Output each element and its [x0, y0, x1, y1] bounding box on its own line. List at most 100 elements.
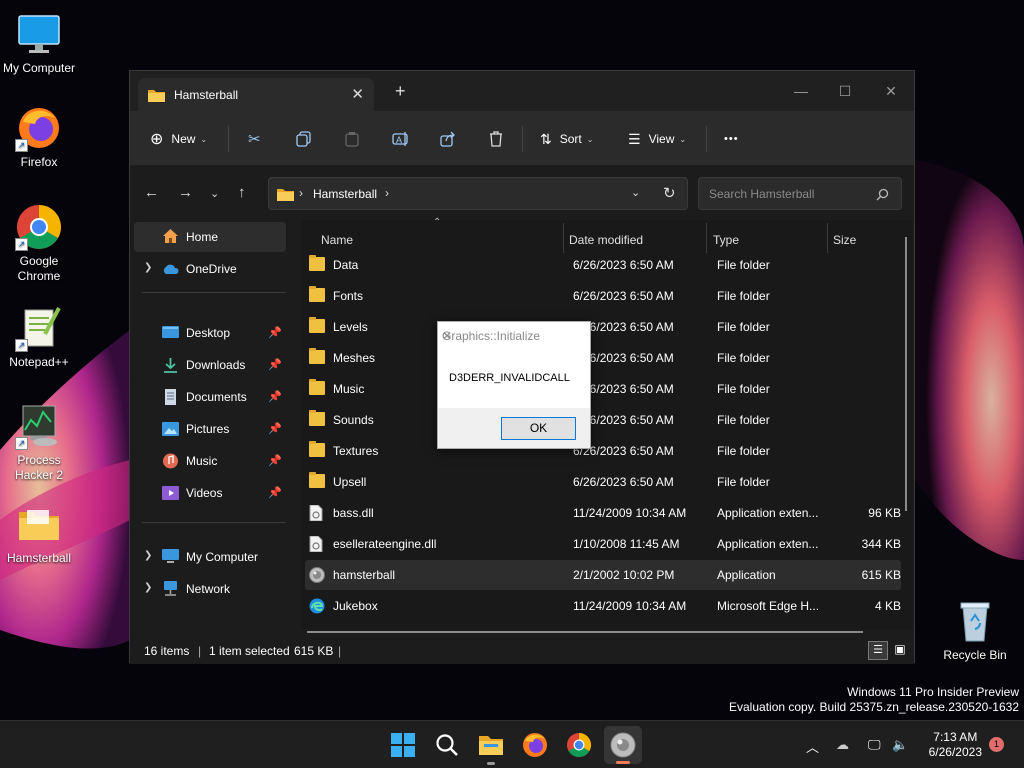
- ok-button[interactable]: OK: [501, 417, 576, 440]
- desktop-icon-notepadpp[interactable]: ↗ Notepad++: [0, 304, 78, 370]
- nav-item-pictures[interactable]: Pictures 📌: [134, 414, 286, 444]
- chevron-right-icon[interactable]: ❯: [144, 262, 152, 273]
- desktop-icon-chrome[interactable]: ↗ Google Chrome: [0, 203, 78, 284]
- taskbar-file-explorer[interactable]: [476, 730, 506, 765]
- column-header-type[interactable]: Type: [713, 233, 739, 247]
- monitor-icon: [15, 10, 63, 58]
- clock[interactable]: 7:13 AM 6/26/2023: [929, 730, 982, 760]
- file-row[interactable]: Textures 6/26/2023 6:50 AM File folder: [305, 436, 901, 466]
- more-options-button[interactable]: •••: [724, 126, 739, 152]
- dll-file-icon: [309, 535, 325, 553]
- address-bar[interactable]: › Hamsterball › ⌄ ↻: [268, 177, 688, 210]
- nav-item-network[interactable]: ❯ Network: [134, 574, 286, 604]
- start-button[interactable]: [388, 730, 418, 760]
- column-divider[interactable]: [563, 223, 564, 253]
- vertical-scrollbar[interactable]: [905, 237, 907, 511]
- chevron-right-icon[interactable]: ❯: [144, 550, 152, 561]
- nav-item-downloads[interactable]: Downloads 📌: [134, 350, 286, 380]
- file-row[interactable]: Upsell 6/26/2023 6:50 AM File folder: [305, 467, 901, 497]
- copy-button[interactable]: [296, 126, 312, 152]
- dll-file-icon: [309, 504, 325, 522]
- thumbnail-view-button[interactable]: ▣: [890, 641, 910, 660]
- refresh-icon[interactable]: ↻: [663, 184, 676, 202]
- forward-arrow-icon[interactable]: →: [178, 184, 193, 201]
- details-view-button[interactable]: ☰: [868, 641, 888, 660]
- nav-divider: [142, 292, 286, 293]
- file-type: File folder: [717, 258, 770, 272]
- close-window-button[interactable]: ✕: [868, 77, 914, 105]
- cut-button[interactable]: ✂: [248, 126, 261, 152]
- desktop-icon-recycle-bin[interactable]: Recycle Bin: [936, 597, 1014, 663]
- show-hidden-icons-chevron[interactable]: ︿: [806, 737, 819, 756]
- file-name: bass.dll: [333, 506, 374, 520]
- delete-button[interactable]: [488, 126, 504, 152]
- taskbar-hamsterball[interactable]: [604, 726, 642, 764]
- folder-icon: [309, 348, 325, 364]
- file-row[interactable]: Data 6/26/2023 6:50 AM File folder: [305, 250, 901, 280]
- volume-icon[interactable]: 🔈: [892, 737, 908, 753]
- close-tab-icon[interactable]: ✕: [351, 85, 364, 103]
- file-row[interactable]: Fonts 6/26/2023 6:50 AM File folder: [305, 281, 901, 311]
- status-divider: |: [338, 644, 342, 658]
- nav-item-desktop[interactable]: Desktop 📌: [134, 318, 286, 348]
- notification-badge[interactable]: 1: [989, 737, 1004, 752]
- folder-icon: [309, 472, 325, 488]
- up-arrow-icon[interactable]: ↑: [238, 184, 246, 201]
- back-arrow-icon[interactable]: ←: [144, 184, 159, 201]
- nav-item-home[interactable]: Home: [134, 222, 286, 252]
- tab-hamsterball[interactable]: Hamsterball ✕: [138, 78, 374, 111]
- rename-button[interactable]: A: [392, 126, 410, 152]
- onedrive-offline-icon[interactable]: ☁: [836, 737, 849, 753]
- desktop-icon-firefox[interactable]: ↗ Firefox: [0, 104, 78, 170]
- taskbar-chrome[interactable]: [564, 730, 594, 760]
- nav-item-videos[interactable]: Videos 📌: [134, 478, 286, 508]
- pictures-icon: [162, 421, 179, 437]
- file-row[interactable]: bass.dll 11/24/2009 10:34 AM Application…: [305, 498, 901, 528]
- address-history-chevron-icon[interactable]: ⌄: [631, 186, 640, 199]
- chevron-right-icon[interactable]: ❯: [144, 582, 152, 593]
- file-row[interactable]: Sounds 6/26/2023 6:50 AM File folder: [305, 405, 901, 435]
- share-button[interactable]: [440, 126, 456, 152]
- folder-icon: [309, 441, 325, 457]
- nav-item-documents[interactable]: Documents 📌: [134, 382, 286, 412]
- view-button[interactable]: ☰ View ⌄: [628, 126, 686, 152]
- column-header-size[interactable]: Size: [833, 233, 856, 247]
- nav-item-onedrive[interactable]: ❯ OneDrive: [134, 254, 286, 284]
- file-row[interactable]: Music 6/26/2023 6:50 AM File folder: [305, 374, 901, 404]
- column-divider[interactable]: [827, 223, 828, 253]
- horizontal-scrollbar[interactable]: [307, 631, 863, 633]
- file-size: 615 KB: [861, 568, 901, 582]
- desktop-icon-hamsterball-folder[interactable]: Hamsterball: [0, 500, 78, 566]
- file-row[interactable]: esellerateengine.dll 1/10/2008 11:45 AM …: [305, 529, 901, 559]
- desktop-icon-process-hacker[interactable]: ↗ Process Hacker 2: [0, 402, 78, 483]
- navigation-pane: Home ❯ OneDrive Desktop 📌 Downloads 📌 Do…: [130, 220, 290, 630]
- minimize-button[interactable]: —: [778, 77, 824, 105]
- file-row[interactable]: Meshes 6/26/2023 6:50 AM File folder: [305, 343, 901, 373]
- file-row[interactable]: Levels 6/26/2023 6:50 AM File folder: [305, 312, 901, 342]
- file-date: 1/10/2008 11:45 AM: [573, 537, 680, 551]
- column-divider[interactable]: [706, 223, 707, 253]
- maximize-button[interactable]: ☐: [822, 77, 868, 105]
- dialog-close-icon[interactable]: ✕: [442, 329, 582, 343]
- network-icon[interactable]: 🖵: [868, 737, 881, 753]
- breadcrumb-hamsterball[interactable]: Hamsterball: [313, 187, 377, 201]
- sort-button[interactable]: ⇅ Sort ⌄: [540, 126, 593, 152]
- search-input[interactable]: Search Hamsterball: [698, 177, 902, 210]
- file-explorer-icon: [479, 736, 503, 755]
- file-row-selected[interactable]: hamsterball 2/1/2002 10:02 PM Applicatio…: [305, 560, 901, 590]
- column-header-name[interactable]: Name: [321, 233, 353, 247]
- search-button[interactable]: [432, 730, 462, 760]
- new-button[interactable]: ⊕ New ⌄: [150, 126, 207, 152]
- file-row[interactable]: Jukebox 11/24/2009 10:34 AM Microsoft Ed…: [305, 591, 901, 621]
- file-type: File folder: [717, 320, 770, 334]
- nav-item-music[interactable]: Music 📌: [134, 446, 286, 476]
- taskbar-firefox[interactable]: [520, 730, 550, 760]
- file-date: 11/24/2009 10:34 AM: [573, 506, 687, 520]
- column-header-date[interactable]: Date modified: [569, 233, 643, 247]
- desktop-icon-my-computer[interactable]: My Computer: [0, 10, 78, 76]
- new-tab-button[interactable]: +: [395, 82, 406, 100]
- clipboard-icon: [345, 132, 359, 147]
- recent-locations-chevron-icon[interactable]: ⌄: [210, 187, 219, 200]
- paste-button[interactable]: [344, 126, 360, 152]
- nav-item-my-computer[interactable]: ❯ My Computer: [134, 542, 286, 572]
